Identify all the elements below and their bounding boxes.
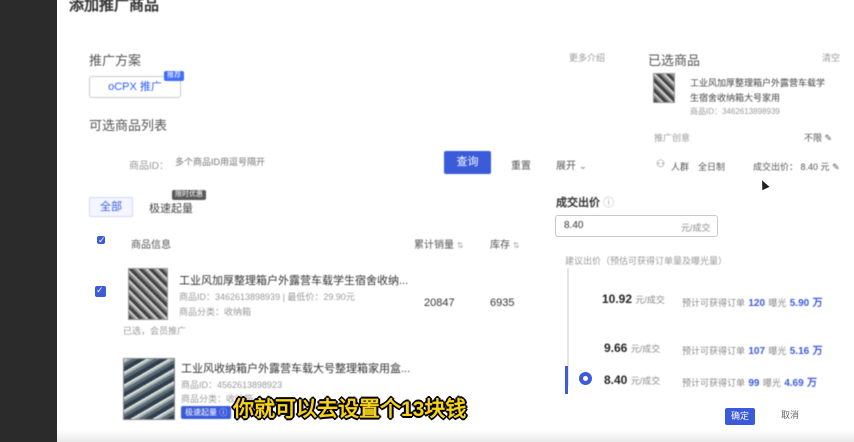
- selected-product-id: 商品ID：3462613898939: [690, 107, 780, 116]
- bid-summary-label: 成交出价：: [753, 162, 799, 172]
- bid-input-value: 8.40: [564, 220, 584, 231]
- row-note: 已选，会员推广: [123, 326, 187, 336]
- bid-input[interactable]: 8.40 元/成交: [555, 215, 718, 237]
- creative-edit[interactable]: 不限 ✎: [804, 131, 832, 144]
- selected-thumbnail: [653, 73, 675, 103]
- bid-summary-value: 8.40 元: [800, 162, 830, 172]
- exposure-unit: 万: [807, 378, 817, 389]
- product-list-title: 可选商品列表: [89, 118, 168, 133]
- column-product-info: 商品信息: [131, 240, 171, 251]
- plan-more-link[interactable]: 更多介绍: [569, 51, 605, 64]
- edit-icon: ✎: [832, 162, 840, 172]
- bid-option-unit: 元/成交: [630, 344, 661, 354]
- chevron-down-icon: ⌄: [578, 161, 588, 172]
- dialog-bottom-edge: [57, 430, 854, 442]
- product-meta: 商品ID：3462613898939 | 最低价：29.90元: [179, 292, 355, 302]
- bid-option-radio[interactable]: [579, 372, 592, 385]
- select-all-checkbox[interactable]: [97, 235, 106, 246]
- confirm-button[interactable]: 确定: [725, 408, 755, 425]
- bid-input-unit: 元/成交: [681, 223, 711, 233]
- reset-button[interactable]: 重置: [511, 157, 531, 172]
- product-stock: 6935: [490, 297, 515, 309]
- fast-boost-tag: 极速起量 ⓘ: [181, 406, 232, 419]
- exposure-label: 曝光: [768, 346, 787, 356]
- limited-offer-badge: 限时优惠: [172, 190, 206, 200]
- creative-value: 不限: [804, 133, 823, 143]
- orders-value: 107: [748, 346, 766, 357]
- selected-title-line2: 生宿舍收纳箱大号家用: [690, 93, 781, 103]
- bid-option[interactable]: 10.92 元/成交: [602, 292, 665, 306]
- expand-filter-button[interactable]: 展开 ⌄: [556, 157, 587, 172]
- product-title[interactable]: 工业风收纳箱户外露营车载大号整理箱家用盒...: [181, 360, 410, 376]
- exposure-value: 4.69: [784, 378, 804, 389]
- info-icon: ⓘ: [219, 408, 228, 417]
- orders-label: 预计可获得订单: [682, 298, 746, 308]
- add-product-dialog: 添加推广商品 推广方案 更多介绍 oCPX 推广 推荐 可选商品列表 商品ID：…: [57, 0, 854, 442]
- search-label: 商品ID：: [129, 161, 169, 172]
- bid-option-price: 9.66: [604, 341, 628, 355]
- bid-option-price: 8.40: [604, 373, 628, 387]
- selected-option-bar: [565, 366, 568, 394]
- tab-all[interactable]: 全部: [89, 197, 133, 217]
- bid-hint: 建议出价（预估可获得订单量及曝光量）: [565, 256, 728, 266]
- bid-option-price: 10.92: [602, 292, 633, 306]
- product-id-input[interactable]: [175, 153, 425, 171]
- column-stock-label: 库存: [490, 240, 510, 251]
- audience-label: 人群: [671, 162, 690, 172]
- bid-summary[interactable]: 成交出价： 8.40 元 ✎: [753, 160, 840, 173]
- product-sales: 20847: [424, 297, 455, 309]
- plan-section-title: 推广方案: [89, 53, 142, 68]
- edit-icon: ✎: [824, 133, 833, 143]
- bid-option-estimate: 预计可获得订单 107 曝光 5.16 万: [682, 342, 823, 357]
- recommend-badge: 推荐: [164, 71, 184, 81]
- query-button[interactable]: 查询: [444, 151, 491, 174]
- bid-panel-title: 成交出价 ⓘ: [556, 194, 614, 210]
- product-category: 商品分类：收纳箱: [179, 307, 252, 317]
- tab-fast-boost[interactable]: 极速起量: [149, 200, 193, 216]
- product-title[interactable]: 工业风加厚整理箱户外露营车载学生宿舍收纳...: [179, 272, 408, 288]
- column-total-sales[interactable]: 累计销量 ⇅: [414, 236, 463, 251]
- plan-option-ocpx[interactable]: oCPX 推广 推荐: [89, 71, 184, 98]
- bid-panel-title-text: 成交出价: [556, 197, 600, 209]
- exposure-value: 5.16: [789, 346, 810, 357]
- exposure-label: 曝光: [768, 298, 787, 308]
- orders-label: 预计可获得订单: [682, 378, 746, 388]
- creative-label: 推广创意: [654, 133, 691, 143]
- dialog-title: 添加推广商品: [69, 0, 160, 14]
- bid-option-unit: 元/成交: [630, 376, 661, 386]
- bid-option-estimate: 预计可获得订单 120 曝光 5.90 万: [682, 294, 823, 309]
- product-meta: 商品ID：4562613898923: [181, 380, 283, 390]
- fast-boost-tag-label: 极速起量: [185, 408, 217, 417]
- audience-icon: ⚇: [656, 159, 665, 170]
- mouse-cursor: [758, 178, 770, 191]
- bid-option-selected[interactable]: 8.40 元/成交: [604, 373, 660, 387]
- video-subtitle: 你就可以去设置个13块钱: [233, 398, 467, 421]
- selected-section-title: 已选商品: [648, 53, 701, 68]
- bid-option[interactable]: 9.66 元/成交: [604, 341, 660, 355]
- plan-option-label: oCPX 推广: [108, 81, 162, 93]
- bid-option-unit: 元/成交: [635, 295, 665, 305]
- exposure-label: 曝光: [762, 378, 781, 388]
- bid-option-estimate: 预计可获得订单 99 曝光 4.69 万: [682, 374, 817, 389]
- audience-value: 全日制: [698, 162, 726, 172]
- exposure-unit: 万: [812, 298, 823, 309]
- help-icon: ⓘ: [603, 197, 615, 209]
- cancel-button[interactable]: 取消: [781, 408, 799, 421]
- sort-icon: ⇅: [456, 241, 464, 250]
- clear-button[interactable]: 清空: [822, 51, 840, 64]
- orders-value: 120: [748, 298, 766, 309]
- exposure-value: 5.90: [789, 298, 810, 309]
- column-stock[interactable]: 库存 ⇅: [490, 236, 519, 251]
- orders-label: 预计可获得订单: [682, 346, 746, 356]
- selected-title-line1: 工业风加厚整理箱户外露营车载学: [690, 78, 826, 88]
- exposure-unit: 万: [812, 346, 823, 357]
- background-overlay: [0, 0, 57, 442]
- product-thumbnail: [123, 358, 175, 420]
- column-total-sales-label: 累计销量: [414, 240, 454, 251]
- row-checkbox[interactable]: [95, 285, 106, 297]
- sort-icon: ⇅: [512, 241, 520, 250]
- orders-value: 99: [748, 378, 760, 389]
- expand-filter-label: 展开: [556, 161, 576, 172]
- product-thumbnail: [128, 268, 168, 320]
